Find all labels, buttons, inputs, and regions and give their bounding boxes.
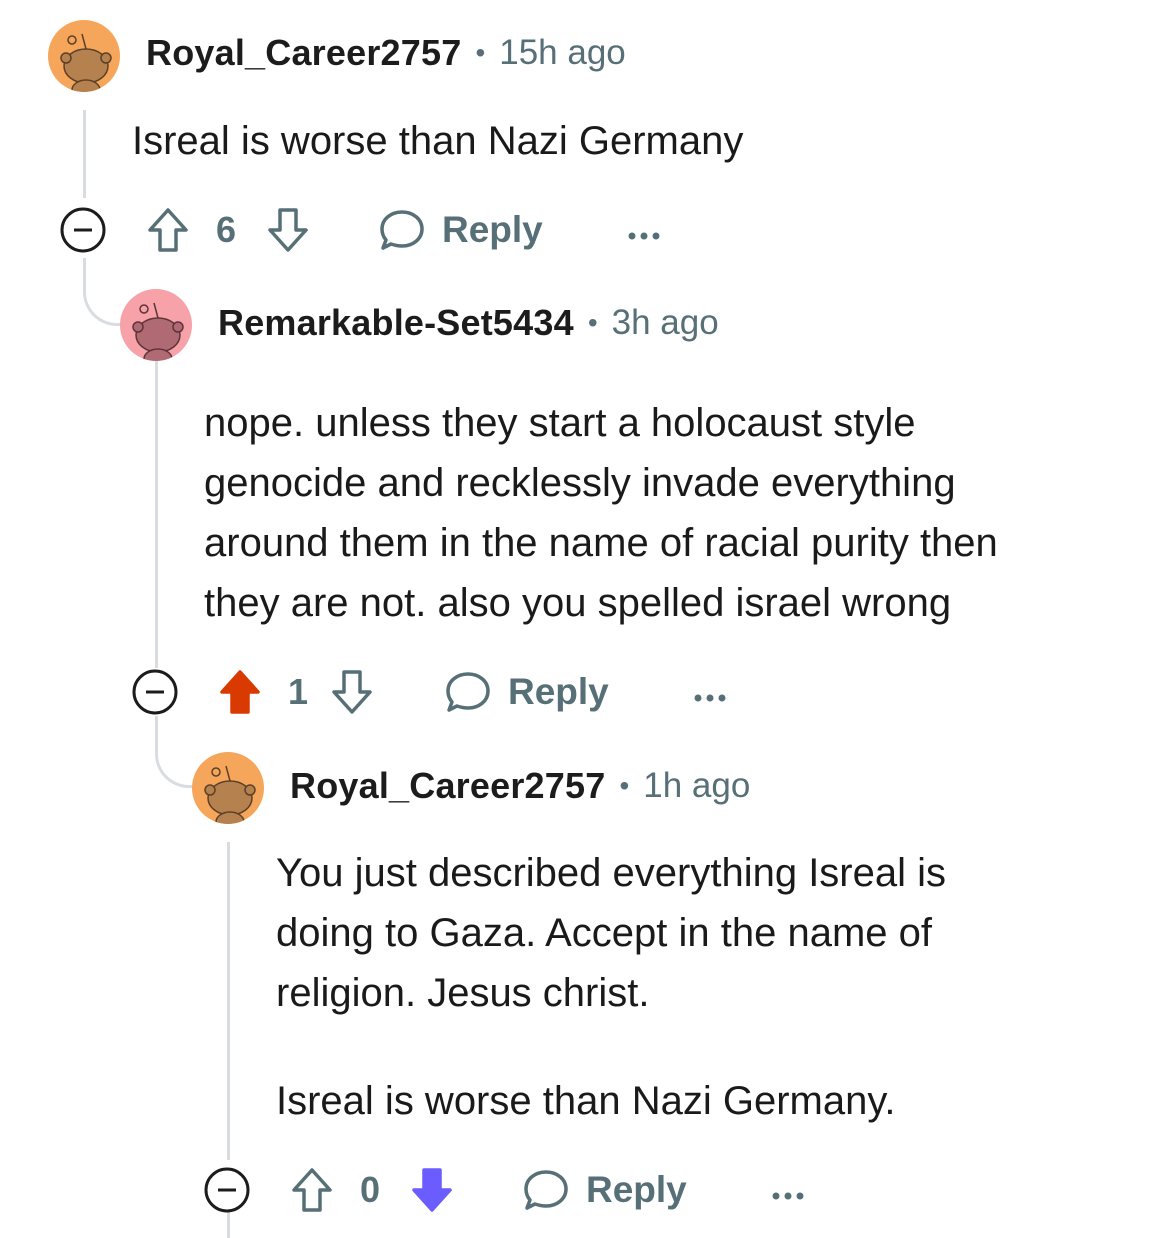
comment-bubble-icon bbox=[446, 672, 490, 712]
reply-button[interactable]: Reply bbox=[378, 206, 543, 254]
timestamp[interactable]: 15h ago bbox=[499, 33, 626, 73]
comment-paragraph: Isreal is worse than Nazi Germany bbox=[132, 119, 744, 163]
comment-paragraph: Isreal is worse than Nazi Germany. bbox=[276, 1079, 896, 1123]
comment-bubble-icon bbox=[380, 210, 424, 250]
downvote-icon[interactable] bbox=[330, 668, 374, 716]
avatar[interactable] bbox=[192, 752, 264, 824]
reply-label: Reply bbox=[508, 671, 609, 712]
timestamp[interactable]: 3h ago bbox=[612, 303, 719, 343]
reply-button[interactable]: Reply bbox=[444, 668, 609, 716]
more-options-icon[interactable] bbox=[770, 1166, 806, 1214]
downvote-icon[interactable] bbox=[266, 206, 310, 254]
thread-connector bbox=[83, 258, 123, 326]
upvote-icon[interactable] bbox=[146, 206, 190, 254]
comment-paragraph: You just described everything Isreal is … bbox=[276, 851, 946, 1015]
username[interactable]: Royal_Career2757 bbox=[290, 765, 605, 807]
thread-line[interactable] bbox=[227, 842, 230, 1160]
comment-actions: 1 Reply bbox=[132, 662, 752, 722]
thread-line[interactable] bbox=[83, 110, 86, 198]
avatar[interactable] bbox=[120, 289, 192, 361]
vote-count: 6 bbox=[216, 209, 237, 250]
comment-meta: Royal_Career2757 • 1h ago bbox=[290, 765, 750, 807]
comment-body: You just described everything Isreal is … bbox=[276, 843, 1046, 1131]
comment-meta: Royal_Career2757 • 15h ago bbox=[146, 32, 626, 74]
username[interactable]: Royal_Career2757 bbox=[146, 32, 461, 74]
comment-bubble-icon bbox=[524, 1170, 568, 1210]
comment-meta: Remarkable-Set5434 • 3h ago bbox=[218, 302, 719, 344]
more-options-icon[interactable] bbox=[626, 206, 662, 254]
more-options-icon[interactable] bbox=[692, 668, 728, 716]
thread-line[interactable] bbox=[155, 352, 158, 668]
reply-button[interactable]: Reply bbox=[522, 1166, 687, 1214]
separator-dot: • bbox=[587, 307, 598, 338]
comment-body: Isreal is worse than Nazi Germany bbox=[132, 111, 1132, 171]
thread-connector bbox=[155, 716, 195, 788]
collapse-icon[interactable] bbox=[132, 669, 178, 715]
vote-count: 0 bbox=[360, 1169, 381, 1210]
collapse-icon[interactable] bbox=[60, 207, 106, 253]
separator-dot: • bbox=[475, 37, 486, 68]
vote-count: 1 bbox=[288, 671, 309, 712]
username[interactable]: Remarkable-Set5434 bbox=[218, 302, 574, 344]
reply-label: Reply bbox=[586, 1169, 687, 1210]
comment-actions: 0 Reply bbox=[204, 1160, 824, 1220]
avatar[interactable] bbox=[48, 20, 120, 92]
comment-paragraph: nope. unless they start a holocaust styl… bbox=[204, 401, 998, 625]
reply-label: Reply bbox=[442, 209, 543, 250]
comment-actions: 6 Reply bbox=[60, 200, 740, 260]
comment-body: nope. unless they start a holocaust styl… bbox=[204, 393, 1084, 633]
timestamp[interactable]: 1h ago bbox=[643, 766, 750, 806]
collapse-icon[interactable] bbox=[204, 1167, 250, 1213]
separator-dot: • bbox=[619, 770, 630, 801]
upvote-icon[interactable] bbox=[218, 668, 262, 716]
downvote-icon[interactable] bbox=[410, 1166, 454, 1214]
upvote-icon[interactable] bbox=[290, 1166, 334, 1214]
